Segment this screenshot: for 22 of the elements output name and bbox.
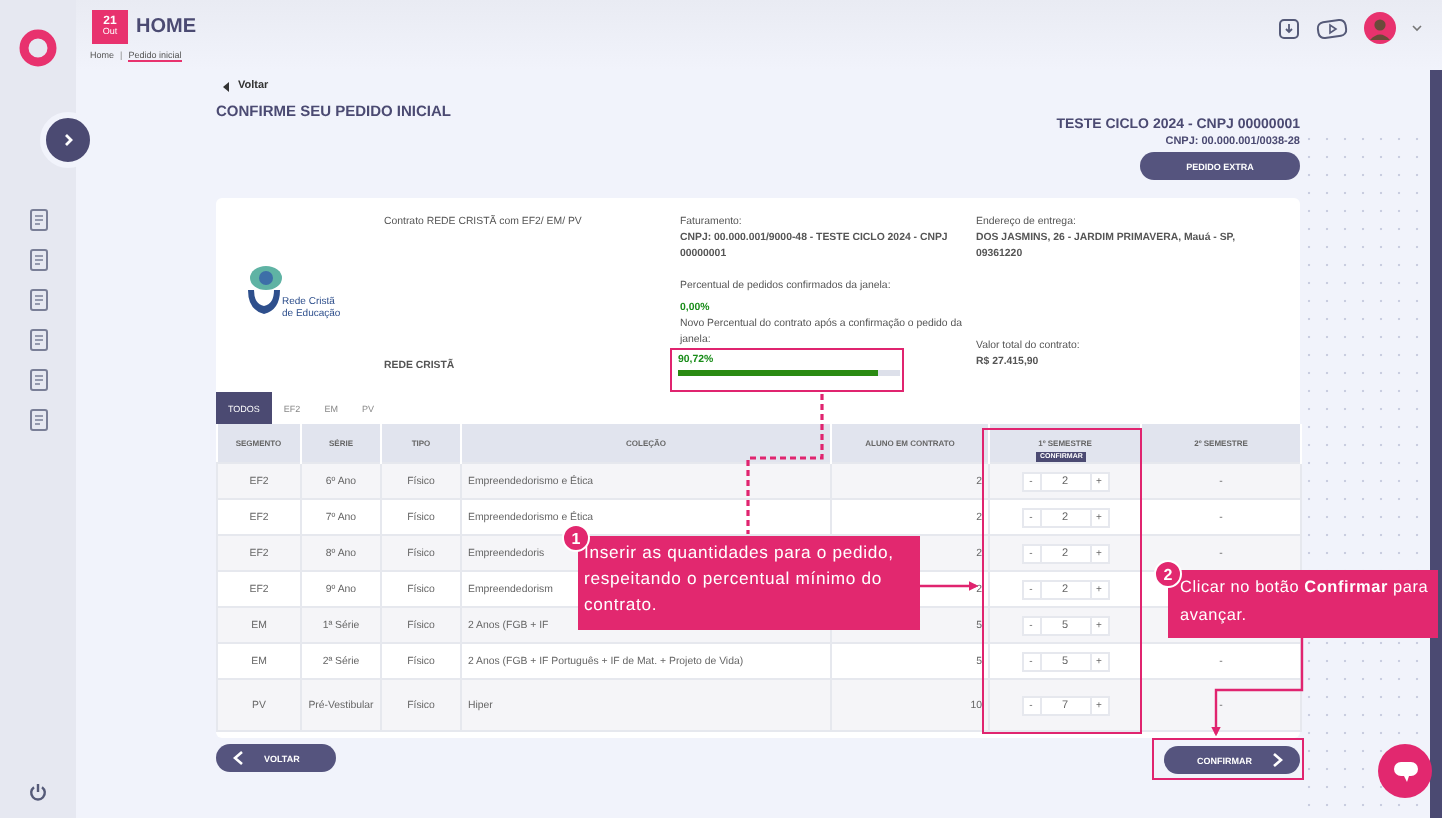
document-icon[interactable] (27, 288, 49, 312)
document-icon[interactable] (27, 408, 49, 432)
play-icon[interactable] (1316, 17, 1348, 39)
page-heading: HOME (136, 16, 196, 38)
leader-line (1211, 636, 1304, 737)
caret-icon[interactable] (1412, 24, 1422, 32)
document-icon[interactable] (27, 208, 49, 232)
chevron-left-icon (232, 750, 244, 766)
avatar-icon[interactable] (1364, 12, 1396, 44)
power-icon[interactable] (28, 782, 48, 802)
chat-icon (1391, 759, 1419, 783)
download-icon[interactable] (1278, 17, 1300, 39)
chevron-right-icon (1272, 752, 1284, 768)
caret-left-icon (222, 81, 230, 91)
document-icon[interactable] (27, 328, 49, 352)
document-icon[interactable] (27, 248, 49, 272)
chevron-right-icon (60, 132, 76, 148)
leader-line (918, 581, 979, 591)
logo-icon (18, 28, 58, 68)
chat-button[interactable] (1378, 744, 1432, 798)
document-icon[interactable] (27, 368, 49, 392)
callout-box: Inserir as quantidades para o pedido, respeitando o percentual mínimo do contrato. (578, 536, 920, 630)
